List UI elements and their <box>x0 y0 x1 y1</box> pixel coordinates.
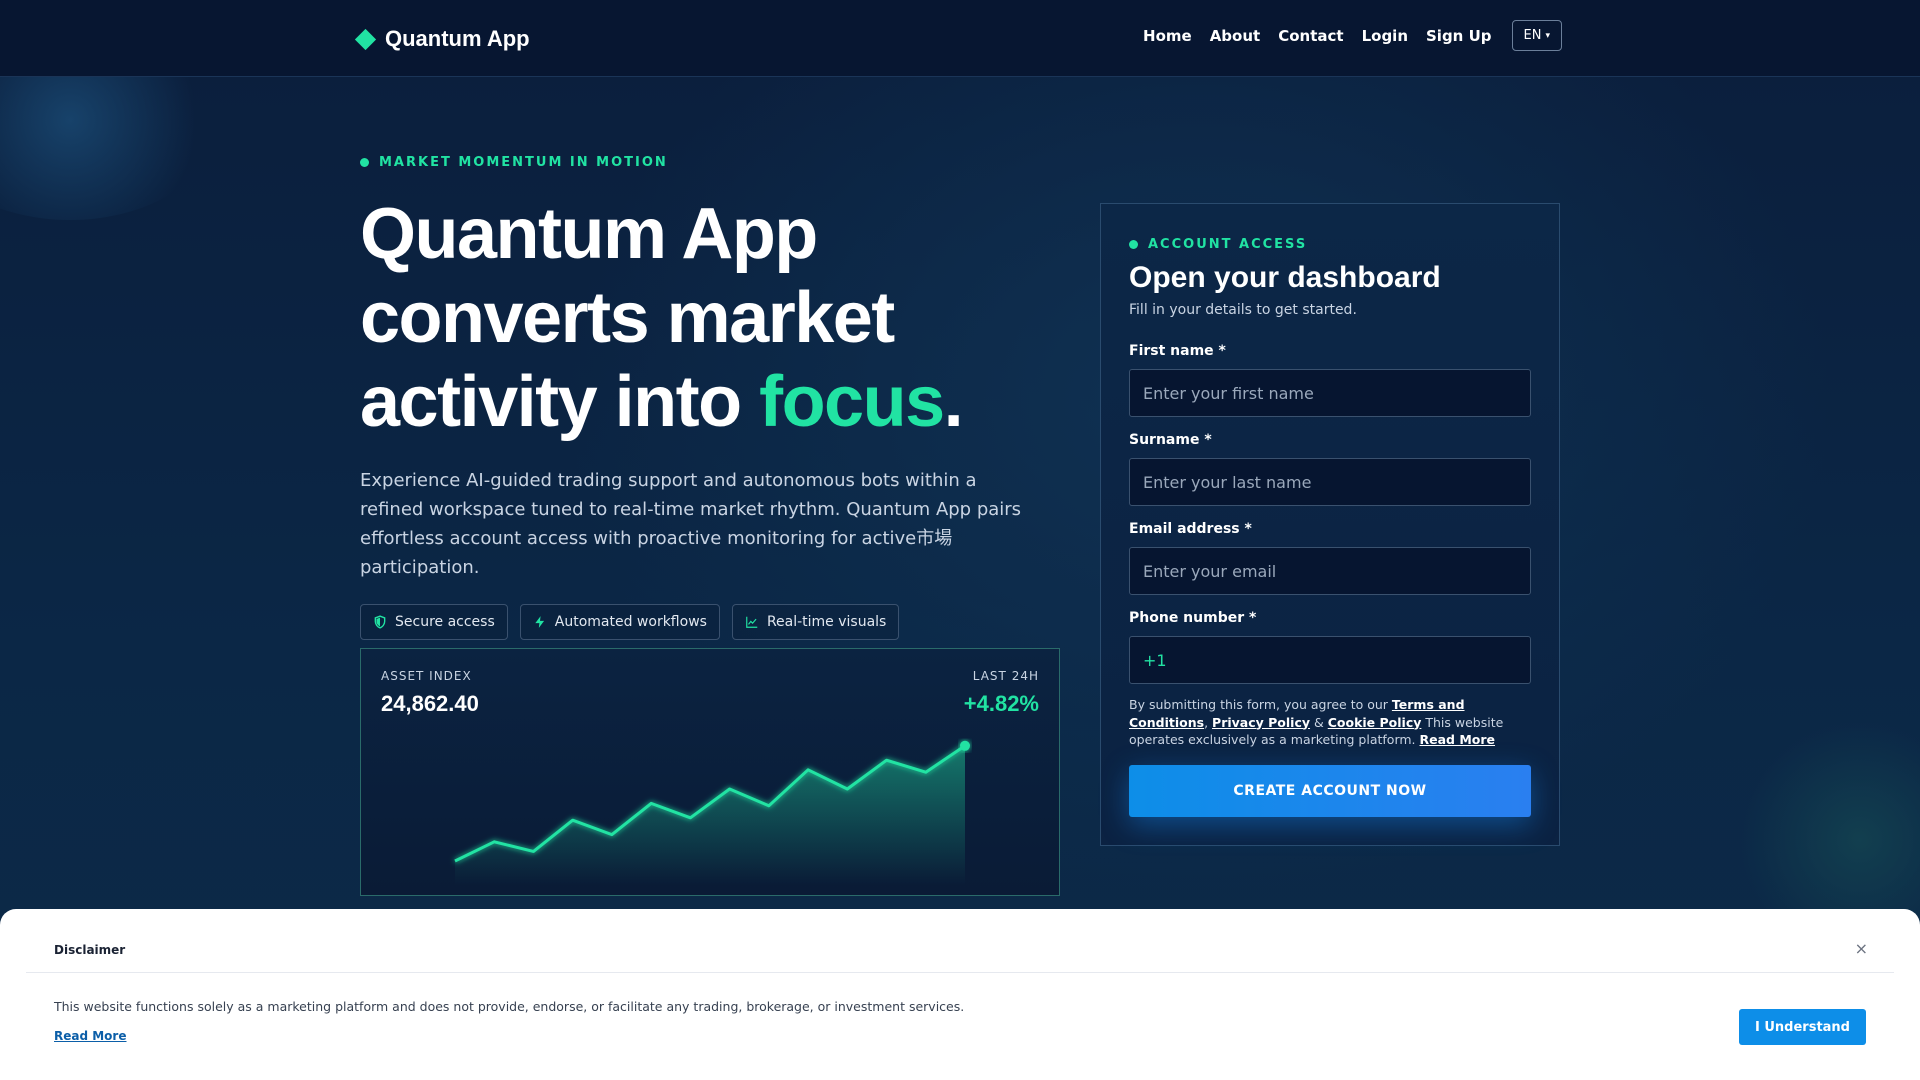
create-account-button[interactable]: CREATE ACCOUNT NOW <box>1129 765 1531 817</box>
form-subtitle: Fill in your details to get started. <box>1129 302 1357 318</box>
disclaimer-banner: Disclaimer × This website functions sole… <box>0 909 1920 1080</box>
nav-about[interactable]: About <box>1210 27 1261 45</box>
hero-section: MARKET MOMENTUM IN MOTION Quantum App co… <box>360 155 1060 640</box>
chip-label: Real-time visuals <box>766 614 887 630</box>
form-eyebrow-text: ACCOUNT ACCESS <box>1148 237 1308 252</box>
hero-eyebrow-text: MARKET MOMENTUM IN MOTION <box>379 155 668 170</box>
change-value: +4.82% <box>963 691 1039 716</box>
chip-automated-workflows: Automated workflows <box>519 604 720 640</box>
consent-text: By submitting this form, you agree to ou… <box>1129 696 1539 749</box>
bolt-icon <box>535 616 544 628</box>
shield-icon <box>374 615 386 629</box>
asset-index-value: 24,862.40 <box>381 691 479 716</box>
disclaimer-title: Disclaimer <box>54 943 126 957</box>
hero-title: Quantum App converts market activity int… <box>360 192 1060 444</box>
disclaimer-divider <box>26 972 1894 973</box>
disclaimer-read-more-link[interactable]: Read More <box>54 1029 127 1043</box>
hero-title-accent: focus <box>759 362 945 442</box>
understand-button[interactable]: I Understand <box>1739 1009 1866 1045</box>
chip-label: Automated workflows <box>554 614 707 630</box>
top-navbar: Quantum App Home About Contact Login Sig… <box>0 0 1920 77</box>
caret-down-icon: ▾ <box>1545 30 1550 41</box>
period-label: LAST 24H <box>972 669 1039 683</box>
consent-separator: & <box>1310 714 1328 730</box>
nav-home[interactable]: Home <box>1143 27 1192 45</box>
status-dot-icon <box>1129 240 1138 249</box>
signup-form: ACCOUNT ACCESS Open your dashboard Fill … <box>1100 203 1560 846</box>
nav-signup[interactable]: Sign Up <box>1426 27 1492 45</box>
feature-chips: Secure access Automated workflows Real-t… <box>360 604 1060 640</box>
chip-real-time-visuals: Real-time visuals <box>731 604 900 640</box>
asset-index-label: ASSET INDEX <box>381 669 472 683</box>
hero-title-period: . <box>943 362 964 442</box>
diamond-logo-icon <box>354 28 377 50</box>
main-nav: Home About Contact Login Sign Up EN ▾ <box>1143 20 1562 51</box>
cookie-link[interactable]: Cookie Policy <box>1328 715 1422 730</box>
consent-prefix: By submitting this form, you agree to ou… <box>1129 697 1392 712</box>
nav-login[interactable]: Login <box>1362 27 1408 45</box>
hero-eyebrow: MARKET MOMENTUM IN MOTION <box>360 155 1060 170</box>
hero-description: Experience AI-guided trading support and… <box>360 470 1022 578</box>
hero-title-line2: converts market <box>360 278 895 358</box>
consent-read-more-link[interactable]: Read More <box>1420 732 1496 747</box>
line-chart-icon <box>746 616 758 628</box>
hero-title-line3: activity into <box>360 362 760 442</box>
chart-area <box>455 745 965 885</box>
hero-title-line1: Quantum App <box>360 194 818 274</box>
first-name-label: First name * <box>1129 343 1226 359</box>
brand-logo[interactable]: Quantum App <box>354 26 530 52</box>
form-eyebrow: ACCOUNT ACCESS <box>1129 237 1307 252</box>
chart-endpoint <box>960 740 970 751</box>
phone-label: Phone number * <box>1129 610 1257 626</box>
surname-label: Surname * <box>1129 432 1212 448</box>
form-title: Open your dashboard <box>1129 261 1441 294</box>
brand-name: Quantum App <box>385 26 530 51</box>
asset-index-card: ASSET INDEX 24,862.40 LAST 24H +4.82% <box>360 648 1060 896</box>
disclaimer-text: This website functions solely as a marke… <box>54 999 965 1014</box>
chip-secure-access: Secure access <box>360 604 508 640</box>
privacy-link[interactable]: Privacy Policy <box>1212 715 1310 730</box>
email-label: Email address * <box>1129 521 1252 537</box>
surname-input[interactable] <box>1129 458 1531 506</box>
close-icon[interactable]: × <box>1855 939 1868 958</box>
phone-input[interactable]: +1 <box>1129 636 1531 684</box>
language-code: EN <box>1523 28 1542 43</box>
language-selector[interactable]: EN ▾ <box>1511 20 1562 51</box>
asset-index-chart <box>454 740 970 885</box>
phone-country-code: +1 <box>1143 650 1167 670</box>
email-input[interactable] <box>1129 547 1531 595</box>
status-dot-icon <box>360 158 369 167</box>
chip-label: Secure access <box>395 614 495 630</box>
consent-separator: , <box>1204 714 1213 730</box>
first-name-input[interactable] <box>1129 369 1531 417</box>
nav-contact[interactable]: Contact <box>1278 27 1343 45</box>
